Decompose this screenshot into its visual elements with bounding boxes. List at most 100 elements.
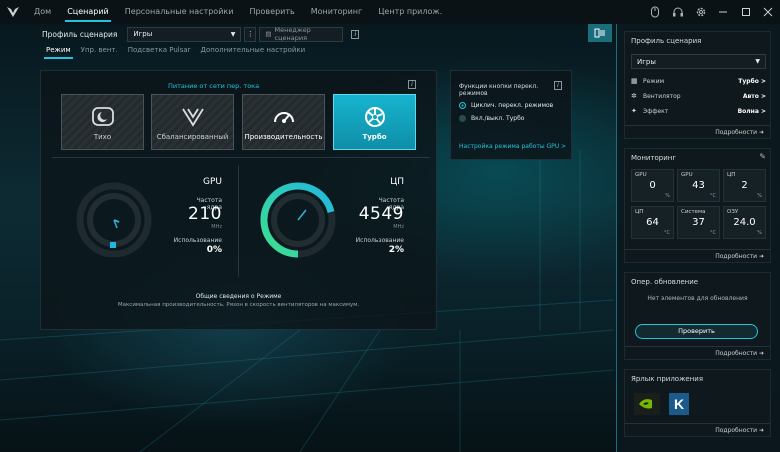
maximize-icon[interactable] (735, 0, 757, 24)
details-label: Подробности (715, 427, 758, 434)
radio-label: Циклич. перекл. режимов (471, 102, 554, 109)
monitor-tile-label: ЦП (727, 172, 736, 178)
tab-personal-settings[interactable]: Персональные настройки (117, 0, 242, 24)
mode-button-turbo[interactable]: Турбо (333, 94, 416, 150)
monitor-tile-value: 37 (692, 217, 705, 228)
mode-label: Тихо (93, 133, 112, 141)
monitor-tile-unit: °C (710, 193, 716, 199)
tab-check[interactable]: Проверить (241, 0, 302, 24)
mode-button-balanced[interactable]: Сбалансированный (151, 94, 234, 150)
close-icon[interactable] (757, 0, 779, 24)
monitor-tile-value: 64 (646, 217, 659, 228)
monitor-tile-value: 43 (692, 180, 705, 191)
monitor-tile-label: ЦП (635, 209, 644, 215)
subtab-pulsar-lighting[interactable]: Подсветка Pulsar (128, 46, 191, 58)
subtab-mode[interactable]: Режим (44, 46, 73, 59)
gpu-title: GPU (203, 177, 222, 187)
app-shortcut-details-link[interactable]: Подробности ➜ (625, 423, 770, 436)
cpu-title: ЦП (390, 177, 404, 187)
tab-app-center[interactable]: Центр прилож. (370, 0, 450, 24)
minimize-icon[interactable] (712, 0, 734, 24)
gpu-freq-unit: MHz (211, 224, 222, 230)
chevron-down-icon: ▼ (755, 58, 760, 65)
mode-button-performance[interactable]: Производительность (242, 94, 325, 150)
balanced-icon (181, 108, 204, 127)
scenario-manager-button[interactable]: ▤ Менеджер сценария (259, 26, 344, 42)
gpu-gauge (76, 182, 152, 258)
subtab-fan-control[interactable]: Упр. вент. (81, 46, 118, 58)
profile-card: Профиль сценария Игры ▼ ▦ Режим Турбо > … (624, 31, 771, 139)
monitoring-card-details-link[interactable]: Подробности ➜ (625, 249, 770, 262)
monitor-tile-unit: °C (710, 230, 716, 236)
monitor-tile: ОЗУ 24.0% (723, 206, 766, 239)
update-card-details-link[interactable]: Подробности ➜ (625, 346, 770, 359)
fan-icon: ✲ (631, 92, 637, 100)
monitor-tile-unit: % (757, 193, 762, 199)
mode-button-quiet[interactable]: Тихо (61, 94, 144, 150)
scenario-profile-label: Профиль сценария (42, 29, 118, 39)
info-icon[interactable]: i (408, 80, 416, 89)
monitor-tile: GPU 43 °C (677, 169, 720, 202)
sidebar-toggle-icon[interactable] (588, 24, 612, 42)
panel-divider-vertical (238, 165, 239, 277)
details-label: Подробности (715, 253, 758, 260)
headset-icon[interactable] (667, 0, 689, 24)
chevron-down-icon: ▼ (230, 30, 236, 38)
profile-card-select-value: Игры (637, 57, 656, 66)
cpu-usage-label: Использование (355, 237, 404, 244)
profile-row-mode[interactable]: ▦ Режим Турбо > (631, 75, 766, 87)
gpu-mode-settings-link[interactable]: Настройка режима работы GPU > (459, 143, 566, 150)
monitor-tile-value: 0 (649, 180, 656, 191)
settings-gear-icon[interactable] (690, 0, 712, 24)
check-updates-button[interactable]: Проверить (635, 324, 758, 339)
tab-scenario[interactable]: Сценарий (59, 0, 117, 24)
nvidia-icon[interactable] (634, 393, 660, 415)
subtab-additional-settings[interactable]: Дополнительные настройки (201, 46, 306, 58)
function-button-panel: Функции кнопки перекл. режимов i Циклич.… (450, 70, 572, 160)
scenario-profile-bar: Профиль сценария Игры ▼ ⋮ ▤ Менеджер сце… (42, 24, 360, 44)
tab-home[interactable]: Дом (26, 0, 59, 24)
update-card: Опер. обновление Нет элементов для обнов… (624, 272, 771, 360)
turbo-icon (364, 107, 385, 127)
profile-row-key: Эффект (643, 107, 669, 115)
monitor-tile-label: Система (681, 209, 706, 215)
k-app-icon[interactable]: K (669, 393, 689, 415)
monitor-tile-value: 24.0 (733, 217, 756, 228)
mode-label: Турбо (362, 133, 387, 141)
wrench-icon[interactable]: ✎ (759, 152, 766, 161)
monitor-tile-label: GPU (681, 172, 693, 178)
radio-selected-icon (459, 102, 466, 109)
info-icon[interactable]: i (554, 81, 562, 90)
quiet-icon (91, 107, 114, 126)
scenario-manager-label: Менеджер сценария (274, 26, 311, 42)
info-icon[interactable]: i (351, 29, 360, 39)
monitor-tile: GPU 0% (631, 169, 674, 202)
mouse-icon[interactable] (644, 0, 666, 24)
mode-icon: ▦ (631, 77, 638, 85)
arrow-right-icon: ➜ (758, 350, 764, 357)
scenario-profile-value: Игры (133, 30, 153, 38)
title-bar: Дом Сценарий Персональные настройки Провери… (0, 0, 780, 24)
monitor-tile: Система 37 °C (677, 206, 720, 239)
details-label: Подробности (715, 129, 758, 136)
cpu-freq-value: 4549 (358, 204, 404, 224)
scenario-profile-select[interactable]: Игры ▼ (127, 26, 242, 42)
more-options-button[interactable]: ⋮ (244, 26, 257, 42)
monitor-tile-label: ОЗУ (727, 209, 739, 215)
arrow-right-icon: ➜ (758, 253, 764, 260)
radio-cycle-modes[interactable]: Циклич. перекл. режимов (459, 102, 553, 109)
monitor-tile-value: 2 (741, 180, 748, 191)
tab-monitoring[interactable]: Мониторинг (303, 0, 371, 24)
profile-card-details-link[interactable]: Подробности ➜ (625, 125, 770, 138)
profile-row-fan[interactable]: ✲ Вентилятор Авто > (631, 90, 766, 102)
radio-unselected-icon (459, 115, 466, 122)
profile-row-value: Турбо > (738, 77, 766, 85)
monitor-tile: ЦП 2% (723, 169, 766, 202)
profile-row-effect[interactable]: ✦ Эффект Волна > (631, 105, 766, 117)
update-card-title: Опер. обновление (631, 278, 699, 286)
update-empty-text: Нет элементов для обновления (647, 295, 748, 302)
function-title: Функции кнопки перекл. режимов (459, 83, 539, 97)
profile-card-select[interactable]: Игры ▼ (631, 54, 766, 69)
radio-label: Вкл./выкл. Турбо (471, 115, 525, 122)
radio-turbo-toggle[interactable]: Вкл./выкл. Турбо (459, 115, 524, 122)
